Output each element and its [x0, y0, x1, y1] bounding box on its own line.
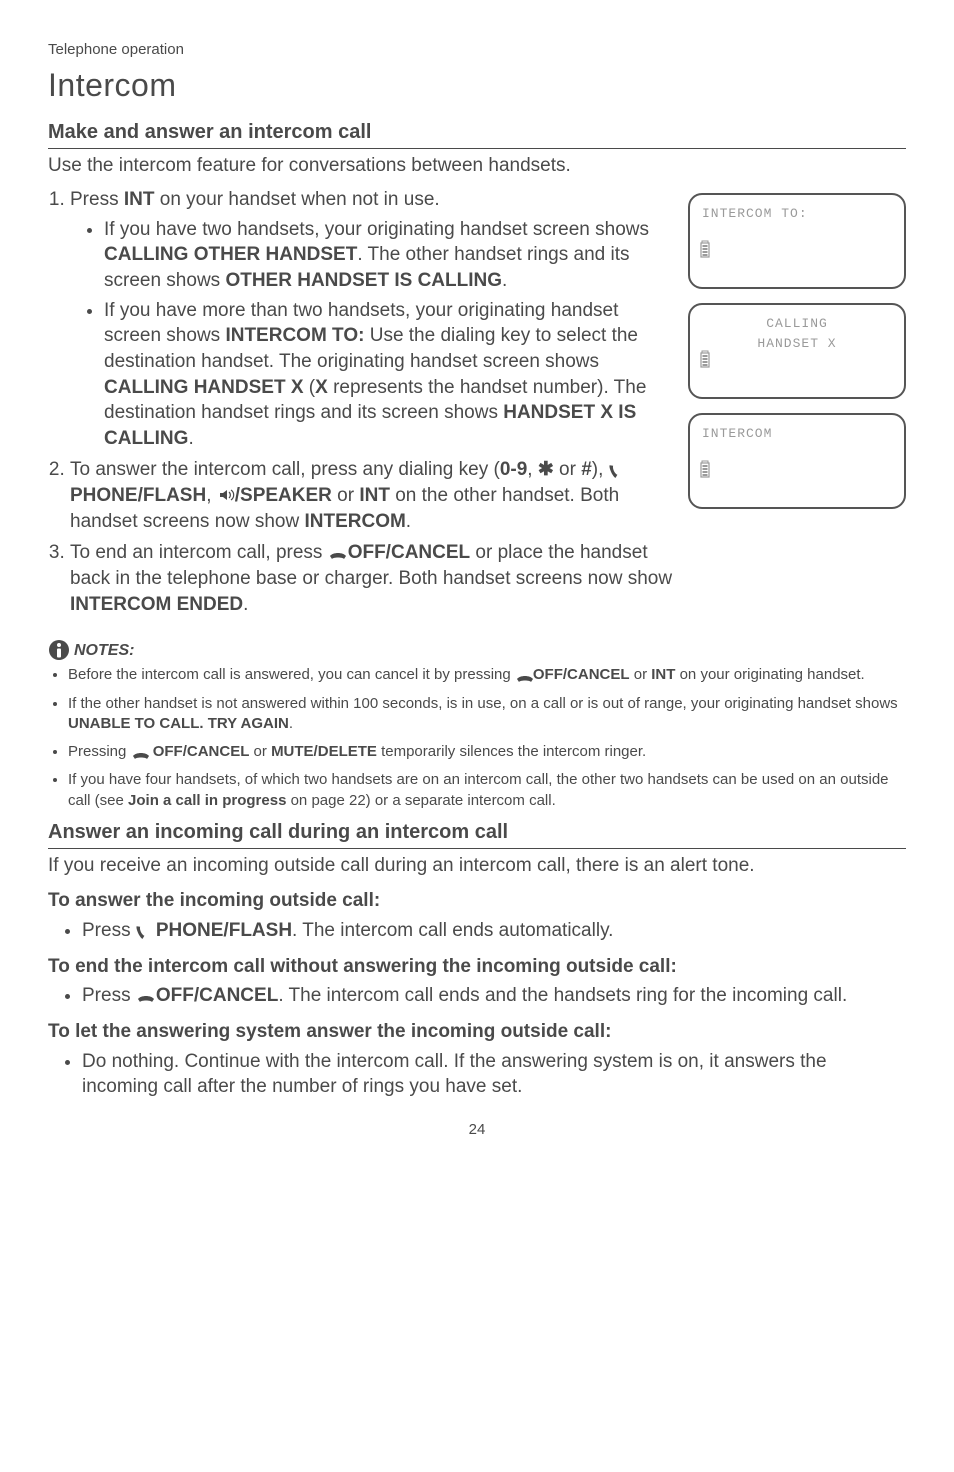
- text: . The intercom call ends and the handset…: [278, 985, 847, 1006]
- step1-bullet2: If you have more than two handsets, your…: [104, 298, 678, 452]
- text: Press: [70, 189, 124, 210]
- text: To answer the intercom call, press any d…: [70, 459, 500, 480]
- phone-down-icon: [131, 747, 149, 759]
- text: or: [332, 485, 359, 506]
- bullet-let-answering: Do nothing. Continue with the intercom c…: [82, 1049, 906, 1100]
- key-int: INT: [124, 189, 155, 210]
- running-header: Telephone operation: [48, 40, 906, 60]
- section1-intro: Use the intercom feature for conversatio…: [48, 153, 906, 179]
- handset-screen-calling: CALLING HANDSET X: [688, 303, 906, 399]
- key-speaker: /SPEAKER: [235, 485, 332, 506]
- text: ,: [206, 485, 217, 506]
- note-2: If the other handset is not answered wit…: [68, 694, 906, 735]
- screen-line1: CALLING: [702, 315, 892, 333]
- note-3: Pressing OFF/CANCEL or MUTE/DELETE tempo…: [68, 742, 906, 762]
- bullet-answer-outside: Press PHONE/FLASH. The intercom call end…: [82, 918, 906, 944]
- key-off: OFF/: [156, 985, 199, 1006]
- text: on page 22) or a separate intercom call.: [286, 792, 555, 809]
- screen-line2: HANDSET X: [702, 335, 892, 353]
- section2-intro: If you receive an incoming outside call …: [48, 853, 906, 879]
- text: .: [243, 594, 248, 615]
- text: .: [188, 428, 193, 449]
- step1-bullet1: If you have two handsets, your originati…: [104, 217, 678, 294]
- section-answer-incoming-heading: Answer an incoming call during an interc…: [48, 819, 906, 849]
- key-phone: PHONE/: [156, 920, 229, 941]
- text: on your originating handset.: [675, 666, 864, 683]
- text: temporarily silences the intercom ringer…: [377, 743, 646, 760]
- key-hash: #: [581, 459, 592, 480]
- key-int: INT: [359, 485, 390, 506]
- screen-text: CALLING HANDSET X: [104, 377, 304, 398]
- text: .: [406, 511, 411, 532]
- text: or: [630, 666, 652, 683]
- text: on your handset when not in use.: [154, 189, 439, 210]
- text: To end an intercom call, press: [70, 542, 328, 563]
- text: . The intercom call ends automatically.: [292, 920, 613, 941]
- text: If you have two handsets, your originati…: [104, 219, 649, 240]
- phone-down-icon: [515, 670, 533, 682]
- section-make-answer-heading: Make and answer an intercom call: [48, 119, 906, 149]
- heading-answer-outside: To answer the incoming outside call:: [48, 888, 906, 914]
- text: Before the intercom call is answered, yo…: [68, 666, 515, 683]
- xref: Join a call in progress: [128, 792, 286, 809]
- key-off: OFF/: [153, 743, 187, 760]
- heading-let-answering: To let the answering system answer the i…: [48, 1019, 906, 1045]
- key-off-cancel: OFF/CANCEL: [533, 666, 630, 683]
- key-flash: FLASH: [229, 920, 292, 941]
- key-cancel: CANCEL: [199, 985, 278, 1006]
- page-title: Intercom: [48, 64, 906, 107]
- key-int: INT: [651, 666, 675, 683]
- phone-up-icon: [136, 921, 156, 939]
- screen-line1: INTERCOM TO:: [702, 205, 892, 223]
- key-mute: MUTE/: [271, 743, 318, 760]
- handset-screen-intercom-to: INTERCOM TO:: [688, 193, 906, 289]
- key-off: OFF/: [348, 542, 391, 563]
- battery-icon: [700, 239, 710, 259]
- screen-text: INTERCOM TO:: [225, 325, 364, 346]
- phone-up-icon: [609, 460, 629, 478]
- text: or: [249, 743, 271, 760]
- screen-line1: INTERCOM: [702, 425, 892, 443]
- step-1: Press INT on your handset when not in us…: [70, 187, 678, 451]
- text: or: [554, 459, 581, 480]
- keys-0-9: 0-9: [500, 459, 527, 480]
- step-3: To end an intercom call, press OFF/CANCE…: [70, 540, 678, 617]
- heading-end-intercom: To end the intercom call without answeri…: [48, 954, 906, 980]
- bullet-end-intercom: Press OFF/CANCEL. The intercom call ends…: [82, 983, 906, 1009]
- battery-icon: [700, 459, 710, 479]
- var-x: X: [315, 377, 328, 398]
- note-4: If you have four handsets, of which two …: [68, 770, 906, 811]
- screen-text: INTERCOM ENDED: [70, 594, 243, 615]
- text: .: [502, 270, 507, 291]
- handset-screen-intercom: INTERCOM: [688, 413, 906, 509]
- step-2: To answer the intercom call, press any d…: [70, 457, 678, 534]
- key-cancel: CANCEL: [187, 743, 250, 760]
- battery-icon: [700, 349, 710, 369]
- info-icon: [48, 639, 70, 661]
- key-delete: DELETE: [318, 743, 377, 760]
- page-number: 24: [48, 1120, 906, 1140]
- key-asterisk: ✱: [538, 459, 554, 480]
- note-1: Before the intercom call is answered, yo…: [68, 665, 906, 685]
- text: Pressing: [68, 743, 131, 760]
- text: ),: [592, 459, 609, 480]
- speaker-icon: [217, 486, 235, 504]
- screen-text: OTHER HANDSET IS CALLING: [225, 270, 502, 291]
- text: .: [289, 715, 293, 732]
- text: (: [304, 377, 316, 398]
- text: Press: [82, 920, 136, 941]
- key-flash: FLASH: [143, 485, 206, 506]
- screen-text: CALLING OTHER HANDSET: [104, 244, 357, 265]
- notes-heading: NOTES:: [74, 640, 134, 662]
- key-cancel: CANCEL: [391, 542, 470, 563]
- phone-down-icon: [136, 990, 156, 1004]
- text: Press: [82, 985, 136, 1006]
- text: ,: [527, 459, 538, 480]
- screen-text: INTERCOM: [304, 511, 405, 532]
- phone-down-icon: [328, 547, 348, 561]
- key-phone: PHONE/: [70, 485, 143, 506]
- screen-text: UNABLE TO CALL. TRY AGAIN: [68, 715, 289, 732]
- text: If the other handset is not answered wit…: [68, 695, 898, 712]
